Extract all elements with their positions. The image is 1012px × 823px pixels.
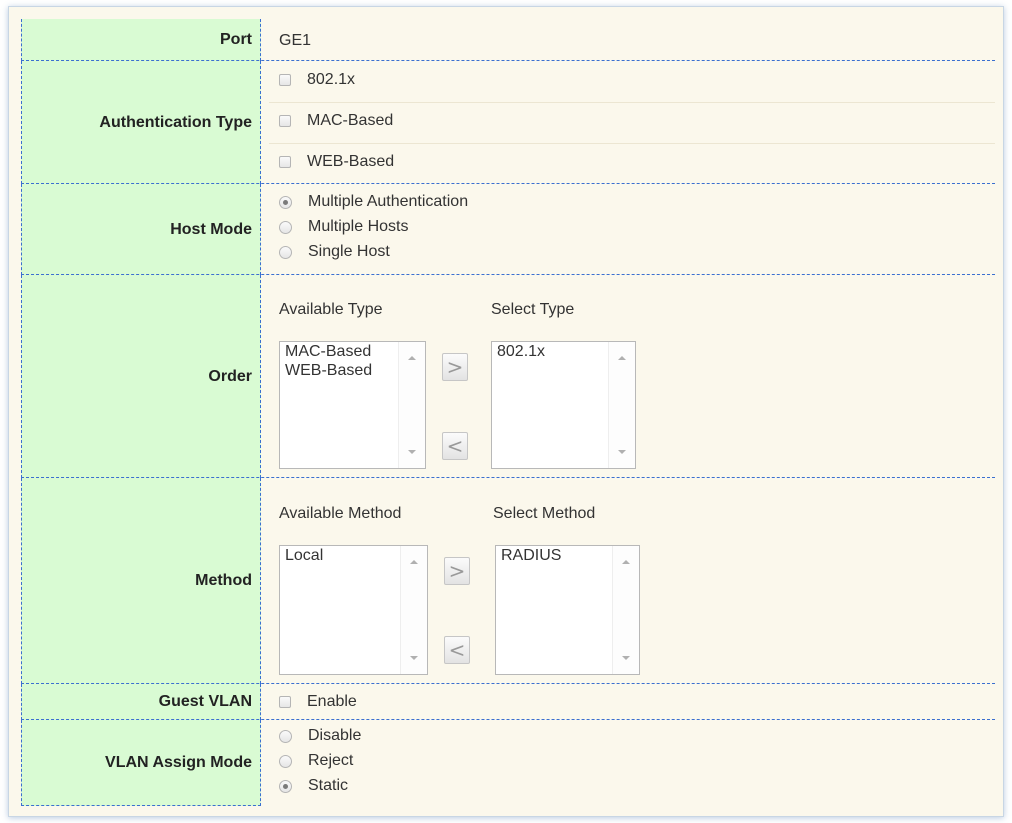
host-mode-single-host-text: Single Host [308, 243, 390, 260]
vlan-assign-reject-option[interactable]: Reject [279, 750, 353, 772]
auth-mac-based-text: MAC-Based [307, 112, 394, 129]
vlan-assign-reject-text: Reject [308, 752, 354, 769]
row-method: Method Available Method Select Method Lo… [21, 478, 995, 684]
host-mode-multiple-authentication-radio[interactable] [279, 195, 292, 209]
method-selected-list[interactable]: RADIUS [495, 545, 640, 675]
vlan-assign-disable-text: Disable [308, 727, 362, 744]
auth-web-based-checkbox[interactable] [279, 156, 291, 168]
order-selected-caption: Select Type [491, 301, 575, 318]
order-add-button[interactable]: > [442, 353, 468, 381]
scroll-down-arrow-icon[interactable] [410, 656, 418, 660]
scroll-down-arrow-icon[interactable] [408, 450, 416, 454]
scroll-up-arrow-icon[interactable] [622, 560, 630, 564]
row-authentication-type: Authentication Type 802.1x MAC-Based WEB… [21, 61, 995, 184]
host-mode-label: Host Mode [21, 184, 261, 275]
method-available-scrollbar[interactable] [400, 546, 427, 674]
vlan-assign-reject-radio[interactable] [279, 754, 292, 768]
authentication-type-label: Authentication Type [21, 61, 261, 184]
method-add-button[interactable]: > [444, 557, 470, 585]
port-label: Port [21, 19, 261, 61]
auth-802-1x-checkbox[interactable] [279, 74, 291, 86]
host-mode-single-host-option[interactable]: Single Host [279, 241, 390, 263]
row-order: Order Available Type Select Type MAC-Bas… [21, 275, 995, 478]
port-auth-settings-panel: Port GE1 Authentication Type 802.1x MAC-… [8, 6, 1004, 817]
host-mode-multiple-authentication-text: Multiple Authentication [308, 193, 469, 210]
host-mode-multiple-hosts-text: Multiple Hosts [308, 218, 409, 235]
auth-802-1x-text: 802.1x [307, 71, 356, 88]
row-vlan-assign-mode: VLAN Assign Mode Disable Reject Static [21, 720, 995, 806]
method-selected-scrollbar[interactable] [612, 546, 639, 674]
order-available-scrollbar[interactable] [398, 342, 425, 468]
order-selected-scrollbar[interactable] [608, 342, 635, 468]
guest-vlan-enable-option[interactable]: Enable [279, 691, 357, 713]
order-remove-button[interactable]: < [442, 432, 468, 460]
auth-web-based-option[interactable]: WEB-Based [279, 151, 394, 173]
scroll-down-arrow-icon[interactable] [618, 450, 626, 454]
vlan-assign-mode-label: VLAN Assign Mode [21, 720, 261, 806]
row-guest-vlan: Guest VLAN Enable [21, 684, 995, 720]
order-available-caption: Available Type [279, 301, 383, 318]
order-available-list[interactable]: MAC-Based WEB-Based [279, 341, 426, 469]
host-mode-single-host-radio[interactable] [279, 245, 292, 259]
host-mode-multiple-hosts-option[interactable]: Multiple Hosts [279, 216, 408, 238]
vlan-assign-static-option[interactable]: Static [279, 775, 348, 797]
method-available-caption: Available Method [279, 505, 402, 522]
scroll-up-arrow-icon[interactable] [408, 356, 416, 360]
auth-mac-based-checkbox[interactable] [279, 115, 291, 127]
scroll-up-arrow-icon[interactable] [410, 560, 418, 564]
port-value: GE1 [279, 32, 312, 49]
guest-vlan-enable-checkbox[interactable] [279, 696, 291, 708]
host-mode-multiple-authentication-option[interactable]: Multiple Authentication [279, 191, 468, 213]
row-port: Port GE1 [21, 19, 995, 61]
method-label: Method [21, 478, 261, 684]
host-mode-multiple-hosts-radio[interactable] [279, 220, 292, 234]
scroll-up-arrow-icon[interactable] [618, 356, 626, 360]
method-selected-caption: Select Method [493, 505, 596, 522]
guest-vlan-enable-text: Enable [307, 693, 357, 710]
method-available-list[interactable]: Local [279, 545, 428, 675]
order-label: Order [21, 275, 261, 478]
vlan-assign-disable-radio[interactable] [279, 729, 292, 743]
vlan-assign-static-text: Static [308, 777, 349, 794]
vlan-assign-static-radio[interactable] [279, 779, 292, 793]
auth-802-1x-option[interactable]: 802.1x [279, 69, 355, 91]
row-host-mode: Host Mode Multiple Authentication Multip… [21, 184, 995, 275]
scroll-down-arrow-icon[interactable] [622, 656, 630, 660]
vlan-assign-disable-option[interactable]: Disable [279, 725, 361, 747]
order-selected-list[interactable]: 802.1x [491, 341, 636, 469]
auth-mac-based-option[interactable]: MAC-Based [279, 110, 393, 132]
auth-web-based-text: WEB-Based [307, 153, 395, 170]
guest-vlan-label: Guest VLAN [21, 684, 261, 720]
method-remove-button[interactable]: < [444, 636, 470, 664]
